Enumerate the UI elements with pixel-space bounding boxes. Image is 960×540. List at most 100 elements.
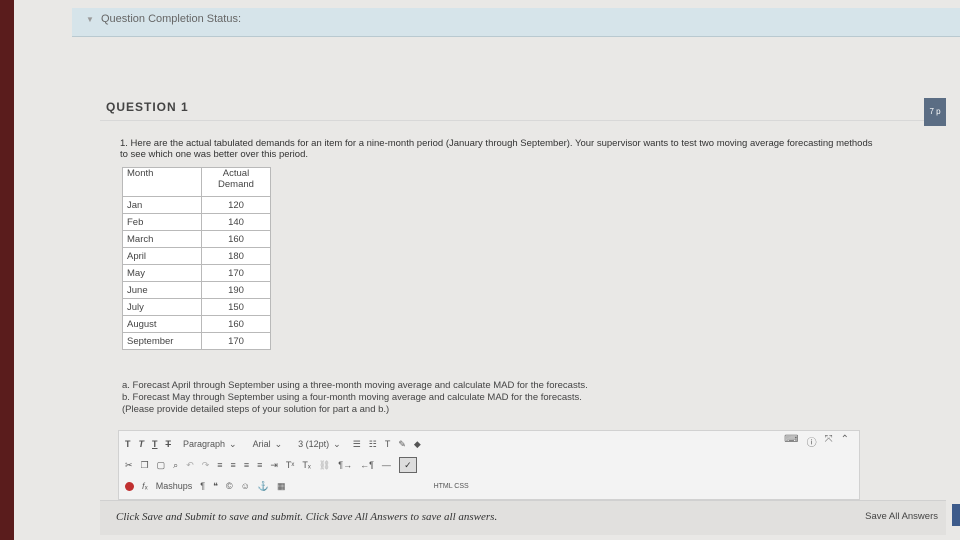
align-justify-icon[interactable]: ≡ bbox=[257, 460, 262, 470]
table-row: July 150 bbox=[122, 298, 271, 316]
emoji-icon[interactable]: ☺ bbox=[241, 481, 250, 491]
month-cell: Jan bbox=[122, 196, 202, 214]
underline-text-button[interactable]: T bbox=[152, 439, 158, 449]
month-cell: March bbox=[122, 230, 202, 248]
month-cell: September bbox=[122, 332, 202, 350]
instructions: a. Forecast April through September usin… bbox=[122, 380, 822, 416]
toolbar-row-1: T T T T Paragraph ⌄ Arial ⌄ 3 (12pt) ⌄ ☰… bbox=[125, 434, 421, 454]
table-row: Jan 120 bbox=[122, 196, 271, 214]
strikethrough-text-button[interactable]: T bbox=[166, 439, 172, 449]
quote-icon[interactable]: ❝ bbox=[213, 481, 218, 492]
points-badge: 7 p bbox=[924, 98, 946, 126]
month-cell: Feb bbox=[122, 213, 202, 231]
status-label: Question Completion Status: bbox=[100, 13, 242, 25]
align-left-icon[interactable]: ≡ bbox=[217, 460, 222, 470]
subscript-icon[interactable]: Tₓ bbox=[302, 460, 310, 470]
align-right-icon[interactable]: ≡ bbox=[244, 460, 249, 470]
bold-text-button[interactable]: T bbox=[125, 439, 131, 449]
html-css-label[interactable]: HTML CSS bbox=[434, 483, 469, 490]
align-center-icon[interactable]: ≡ bbox=[231, 460, 236, 470]
table-row: April 180 bbox=[122, 247, 271, 265]
copyright-icon[interactable]: © bbox=[226, 481, 233, 491]
part-a: a. Forecast April through September usin… bbox=[122, 380, 588, 391]
header-actual-demand: Actual Demand bbox=[201, 167, 271, 197]
info-icon[interactable]: ⓘ bbox=[807, 434, 817, 449]
demand-cell: 140 bbox=[201, 213, 271, 231]
paragraph-select-value: Paragraph bbox=[183, 439, 226, 449]
copy-icon[interactable]: ❐ bbox=[141, 460, 149, 471]
demand-cell: 160 bbox=[201, 230, 271, 248]
demand-cell: 180 bbox=[201, 247, 271, 265]
table-row: August 160 bbox=[122, 315, 271, 333]
month-cell: June bbox=[122, 281, 202, 299]
indent-icon[interactable]: ⇥ bbox=[270, 460, 278, 471]
chat-icon[interactable]: ⌨ bbox=[784, 434, 798, 449]
anchor-icon[interactable]: ⚓ bbox=[258, 481, 269, 492]
rtl-icon[interactable]: ←¶ bbox=[360, 460, 374, 470]
demand-cell: 170 bbox=[201, 332, 271, 350]
horizontal-line-icon[interactable]: — bbox=[382, 460, 391, 470]
undo-icon[interactable]: ↶ bbox=[186, 460, 194, 471]
left-shadow bbox=[0, 0, 14, 540]
chevron-down-icon: ⌄ bbox=[274, 438, 283, 449]
table-row: Feb 140 bbox=[122, 213, 271, 231]
search-icon[interactable]: ⌕ bbox=[173, 460, 178, 471]
size-select-value: 3 (12pt) bbox=[298, 439, 330, 449]
font-select-value: Arial bbox=[252, 439, 271, 449]
demand-cell: 150 bbox=[201, 298, 271, 316]
size-select[interactable]: 3 (12pt) ⌄ bbox=[294, 439, 345, 450]
editor-right-tools: ⌨ ⓘ ⤧ ⌃ bbox=[784, 434, 849, 449]
ltr-icon[interactable]: ¶→ bbox=[338, 460, 352, 470]
spellcheck-icon[interactable]: ✓ bbox=[398, 457, 417, 473]
chevron-down-icon: ⌄ bbox=[333, 438, 341, 449]
italic-text-button[interactable]: T bbox=[139, 439, 145, 449]
expand-arrow-icon[interactable]: ▼ bbox=[86, 9, 94, 31]
footer: Click Save and Submit to save and submit… bbox=[100, 500, 946, 535]
paragraph-mark-icon[interactable]: ¶ bbox=[200, 481, 205, 491]
table-icon[interactable]: ▦ bbox=[277, 481, 286, 492]
chevron-down-icon: ⌄ bbox=[229, 438, 237, 449]
table-row: May 170 bbox=[122, 264, 271, 282]
highlight-icon[interactable]: ✎ bbox=[398, 439, 406, 450]
numbered-list-icon[interactable]: ☷ bbox=[369, 439, 377, 450]
collapse-toolbar-icon[interactable]: ⌃ bbox=[841, 434, 849, 449]
fullscreen-icon[interactable]: ⤧ bbox=[825, 434, 833, 449]
demand-cell: 190 bbox=[201, 281, 271, 299]
mashups-button[interactable]: Mashups bbox=[156, 481, 193, 491]
table-row: June 190 bbox=[122, 281, 271, 299]
paste-icon[interactable]: ▢ bbox=[157, 460, 166, 471]
rich-text-editor[interactable]: T T T T Paragraph ⌄ Arial ⌄ 3 (12pt) ⌄ ☰… bbox=[118, 430, 860, 500]
font-select[interactable]: Arial ⌄ bbox=[249, 439, 287, 450]
table-header-row: Month Actual Demand bbox=[122, 167, 271, 197]
table-row: September 170 bbox=[122, 332, 271, 350]
question-completion-status[interactable]: ▼ Question Completion Status: bbox=[72, 8, 960, 37]
formula-icon[interactable]: 𝑓ₓ bbox=[142, 481, 148, 492]
header-month: Month bbox=[122, 167, 202, 197]
table-row: March 160 bbox=[122, 230, 271, 248]
question-title: QUESTION 1 bbox=[106, 100, 189, 114]
toolbar-row-2: ✂ ❐ ▢ ⌕ ↶ ↷ ≡ ≡ ≡ ≡ ⇥ Tˣ Tₓ ⛓ ¶→ ←¶ — ✓ bbox=[125, 455, 417, 475]
month-cell: July bbox=[122, 298, 202, 316]
month-cell: August bbox=[122, 315, 202, 333]
save-all-answers-button[interactable]: Save All Answers bbox=[865, 511, 938, 522]
redo-icon[interactable]: ↷ bbox=[202, 460, 210, 471]
question-header: QUESTION 1 7 p bbox=[100, 98, 946, 126]
bullet-list-icon[interactable]: ☰ bbox=[353, 439, 361, 450]
demand-cell: 170 bbox=[201, 264, 271, 282]
part-b: b. Forecast May through September using … bbox=[122, 392, 582, 403]
demand-cell: 160 bbox=[201, 315, 271, 333]
instructions-note: (Please provide detailed steps of your s… bbox=[122, 404, 390, 415]
superscript-icon[interactable]: Tˣ bbox=[286, 460, 294, 470]
eraser-icon[interactable]: ◆ bbox=[414, 439, 421, 450]
paragraph-select[interactable]: Paragraph ⌄ bbox=[179, 439, 241, 450]
month-cell: April bbox=[122, 247, 202, 265]
demand-cell: 120 bbox=[201, 196, 271, 214]
text-color-icon[interactable]: T bbox=[385, 439, 391, 449]
toolbar-row-3: 𝑓ₓ Mashups ¶ ❝ © ☺ ⚓ ▦ HTML CSS bbox=[125, 476, 469, 496]
record-icon[interactable] bbox=[125, 481, 134, 491]
save-and-submit-edge[interactable] bbox=[952, 504, 960, 526]
question-prompt: 1. Here are the actual tabulated demands… bbox=[120, 138, 873, 160]
link-icon[interactable]: ⛓ bbox=[319, 460, 330, 471]
demand-table: Month Actual Demand Jan 120 Feb 140 March 1… bbox=[122, 167, 271, 350]
cut-icon[interactable]: ✂ bbox=[125, 460, 133, 471]
